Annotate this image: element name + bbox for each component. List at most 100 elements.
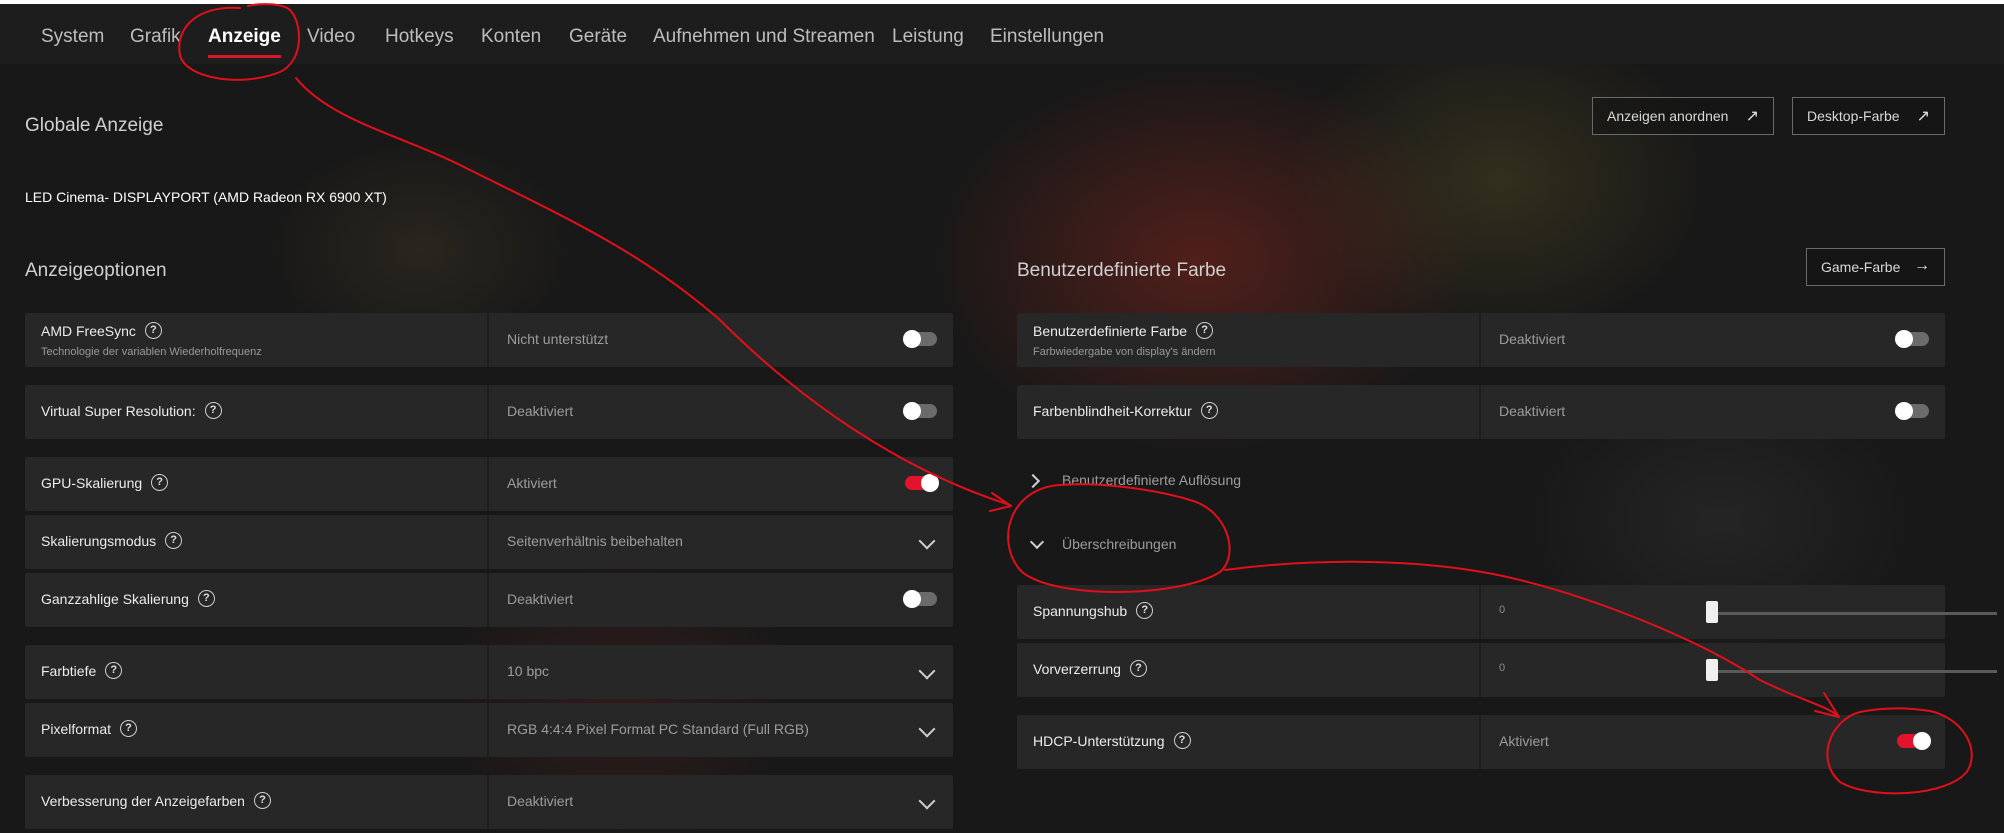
integer-scaling-toggle[interactable] xyxy=(903,590,937,608)
chevron-down-icon[interactable] xyxy=(918,532,936,550)
colorblind-label: Farbenblindheit-Korrektur? xyxy=(1033,402,1218,419)
toggle-knob xyxy=(903,590,921,608)
divider xyxy=(1479,313,1481,367)
external-link-icon: ↗ xyxy=(1745,108,1759,125)
voltage-swing-slider-thumb[interactable] xyxy=(1706,601,1718,623)
help-icon[interactable]: ? xyxy=(120,720,138,737)
tab-einstellungen[interactable]: Einstellungen xyxy=(990,26,1104,48)
integer-scaling-value: Deaktiviert xyxy=(507,591,574,607)
hdcp-label: HDCP-Unterstützung? xyxy=(1033,732,1191,749)
overrides-expander[interactable]: Überschreibungen xyxy=(1062,536,1176,552)
help-icon[interactable]: ? xyxy=(1200,402,1218,419)
divider xyxy=(487,313,489,367)
tab-aufnehmen-streamen[interactable]: Aufnehmen und Streamen xyxy=(653,26,875,48)
toggle-knob xyxy=(921,474,939,492)
tab-system[interactable]: System xyxy=(41,26,104,48)
help-icon[interactable]: ? xyxy=(165,532,183,549)
integer-scaling-label: Ganzzahlige Skalierung? xyxy=(41,590,215,607)
external-link-icon: ↗ xyxy=(1916,108,1930,125)
game-color-label: Game-Farbe xyxy=(1821,259,1901,275)
arrange-displays-button[interactable]: Anzeigen anordnen ↗ xyxy=(1592,97,1774,135)
preemphasis-row: Vorverzerrung? 0 xyxy=(1017,643,1997,697)
divider xyxy=(1479,385,1481,439)
color-depth-label: Farbtiefe? xyxy=(41,662,123,679)
game-color-button[interactable]: Game-Farbe → xyxy=(1806,248,1945,286)
help-icon[interactable]: ? xyxy=(1136,602,1154,619)
divider xyxy=(1479,715,1481,769)
tab-hotkeys[interactable]: Hotkeys xyxy=(385,26,454,48)
toggle-knob xyxy=(1913,732,1931,750)
pixel-format-value: RGB 4:4:4 Pixel Format PC Standard (Full… xyxy=(507,721,809,737)
help-icon[interactable]: ? xyxy=(197,590,215,607)
vsr-row: Virtual Super Resolution:? Deaktiviert xyxy=(25,385,953,439)
preemphasis-slider-track[interactable] xyxy=(1712,670,1997,673)
voltage-swing-value: 0 xyxy=(1499,604,1506,616)
tab-geraete[interactable]: Geräte xyxy=(569,26,627,48)
voltage-swing-label: Spannungshub? xyxy=(1033,602,1154,619)
toggle-knob xyxy=(1895,330,1913,348)
scaling-mode-row[interactable]: Skalierungsmodus? Seitenverhältnis beibe… xyxy=(25,515,953,569)
desktop-color-button[interactable]: Desktop-Farbe ↗ xyxy=(1792,97,1945,135)
divider xyxy=(487,573,489,627)
colorblind-value: Deaktiviert xyxy=(1499,403,1566,419)
pixel-format-row[interactable]: Pixelformat? RGB 4:4:4 Pixel Format PC S… xyxy=(25,703,953,757)
divider xyxy=(487,775,489,829)
color-depth-value: 10 bpc xyxy=(507,663,550,679)
custom-color-label: Benutzerdefinierte Farbe? xyxy=(1033,322,1214,339)
chevron-down-icon[interactable] xyxy=(918,662,936,680)
tab-grafik[interactable]: Grafik xyxy=(130,26,181,48)
tab-konten[interactable]: Konten xyxy=(481,26,541,48)
display-name: LED Cinema- DISPLAYPORT (AMD Radeon RX 6… xyxy=(25,189,387,205)
preemphasis-value: 0 xyxy=(1499,662,1506,674)
colorblind-row: Farbenblindheit-Korrektur? Deaktiviert xyxy=(1017,385,1945,439)
help-icon[interactable]: ? xyxy=(1196,322,1214,339)
freesync-toggle[interactable] xyxy=(903,330,937,348)
divider xyxy=(487,457,489,511)
hdcp-row: HDCP-Unterstützung? Aktiviert xyxy=(1017,715,1945,769)
freesync-row: AMD FreeSync? Technologie der variablen … xyxy=(25,313,953,367)
divider xyxy=(487,515,489,569)
colorblind-toggle[interactable] xyxy=(1895,402,1929,420)
pixel-format-label: Pixelformat? xyxy=(41,720,138,737)
divider xyxy=(487,385,489,439)
help-icon[interactable]: ? xyxy=(105,662,123,679)
toggle-knob xyxy=(1895,402,1913,420)
divider xyxy=(1479,585,1481,639)
global-display-heading: Globale Anzeige xyxy=(25,115,164,136)
help-icon[interactable]: ? xyxy=(1173,732,1191,749)
divider xyxy=(487,703,489,757)
toggle-knob xyxy=(903,330,921,348)
arrange-displays-label: Anzeigen anordnen xyxy=(1607,108,1729,124)
hdcp-value: Aktiviert xyxy=(1499,733,1549,749)
help-icon[interactable]: ? xyxy=(204,402,222,419)
voltage-swing-row: Spannungshub? 0 xyxy=(1017,585,1997,639)
color-enhancement-row[interactable]: Verbesserung der Anzeigefarben? Deaktivi… xyxy=(25,775,953,829)
chevron-down-icon[interactable] xyxy=(918,792,936,810)
integer-scaling-row: Ganzzahlige Skalierung? Deaktiviert xyxy=(25,573,953,627)
vsr-toggle[interactable] xyxy=(903,402,937,420)
hdcp-toggle[interactable] xyxy=(1897,732,1931,750)
gpu-scaling-row: GPU-Skalierung? Aktiviert xyxy=(25,457,953,511)
help-icon[interactable]: ? xyxy=(151,474,169,491)
vsr-value: Deaktiviert xyxy=(507,403,574,419)
chevron-down-icon[interactable] xyxy=(918,720,936,738)
gpu-scaling-label: GPU-Skalierung? xyxy=(41,474,169,491)
tab-anzeige[interactable]: Anzeige xyxy=(208,26,281,58)
gpu-scaling-toggle[interactable] xyxy=(905,474,939,492)
preemphasis-slider-thumb[interactable] xyxy=(1706,659,1718,681)
help-icon[interactable]: ? xyxy=(144,322,162,339)
help-icon[interactable]: ? xyxy=(1129,660,1147,677)
color-depth-row[interactable]: Farbtiefe? 10 bpc xyxy=(25,645,953,699)
desktop-color-label: Desktop-Farbe xyxy=(1807,108,1900,124)
voltage-swing-slider-track[interactable] xyxy=(1712,612,1997,615)
preemphasis-label: Vorverzerrung? xyxy=(1033,660,1147,677)
top-navigation: System Grafik Anzeige Video Hotkeys Kont… xyxy=(0,0,2004,64)
tab-leistung[interactable]: Leistung xyxy=(892,26,964,48)
help-icon[interactable]: ? xyxy=(253,792,271,809)
custom-color-heading: Benutzerdefinierte Farbe xyxy=(1017,260,1227,281)
custom-color-row: Benutzerdefinierte Farbe? Farbwiedergabe… xyxy=(1017,313,1945,367)
tab-video[interactable]: Video xyxy=(307,26,355,48)
custom-resolution-expander[interactable]: Benutzerdefinierte Auflösung xyxy=(1062,472,1241,488)
scaling-mode-value: Seitenverhältnis beibehalten xyxy=(507,533,683,549)
custom-color-toggle[interactable] xyxy=(1895,330,1929,348)
